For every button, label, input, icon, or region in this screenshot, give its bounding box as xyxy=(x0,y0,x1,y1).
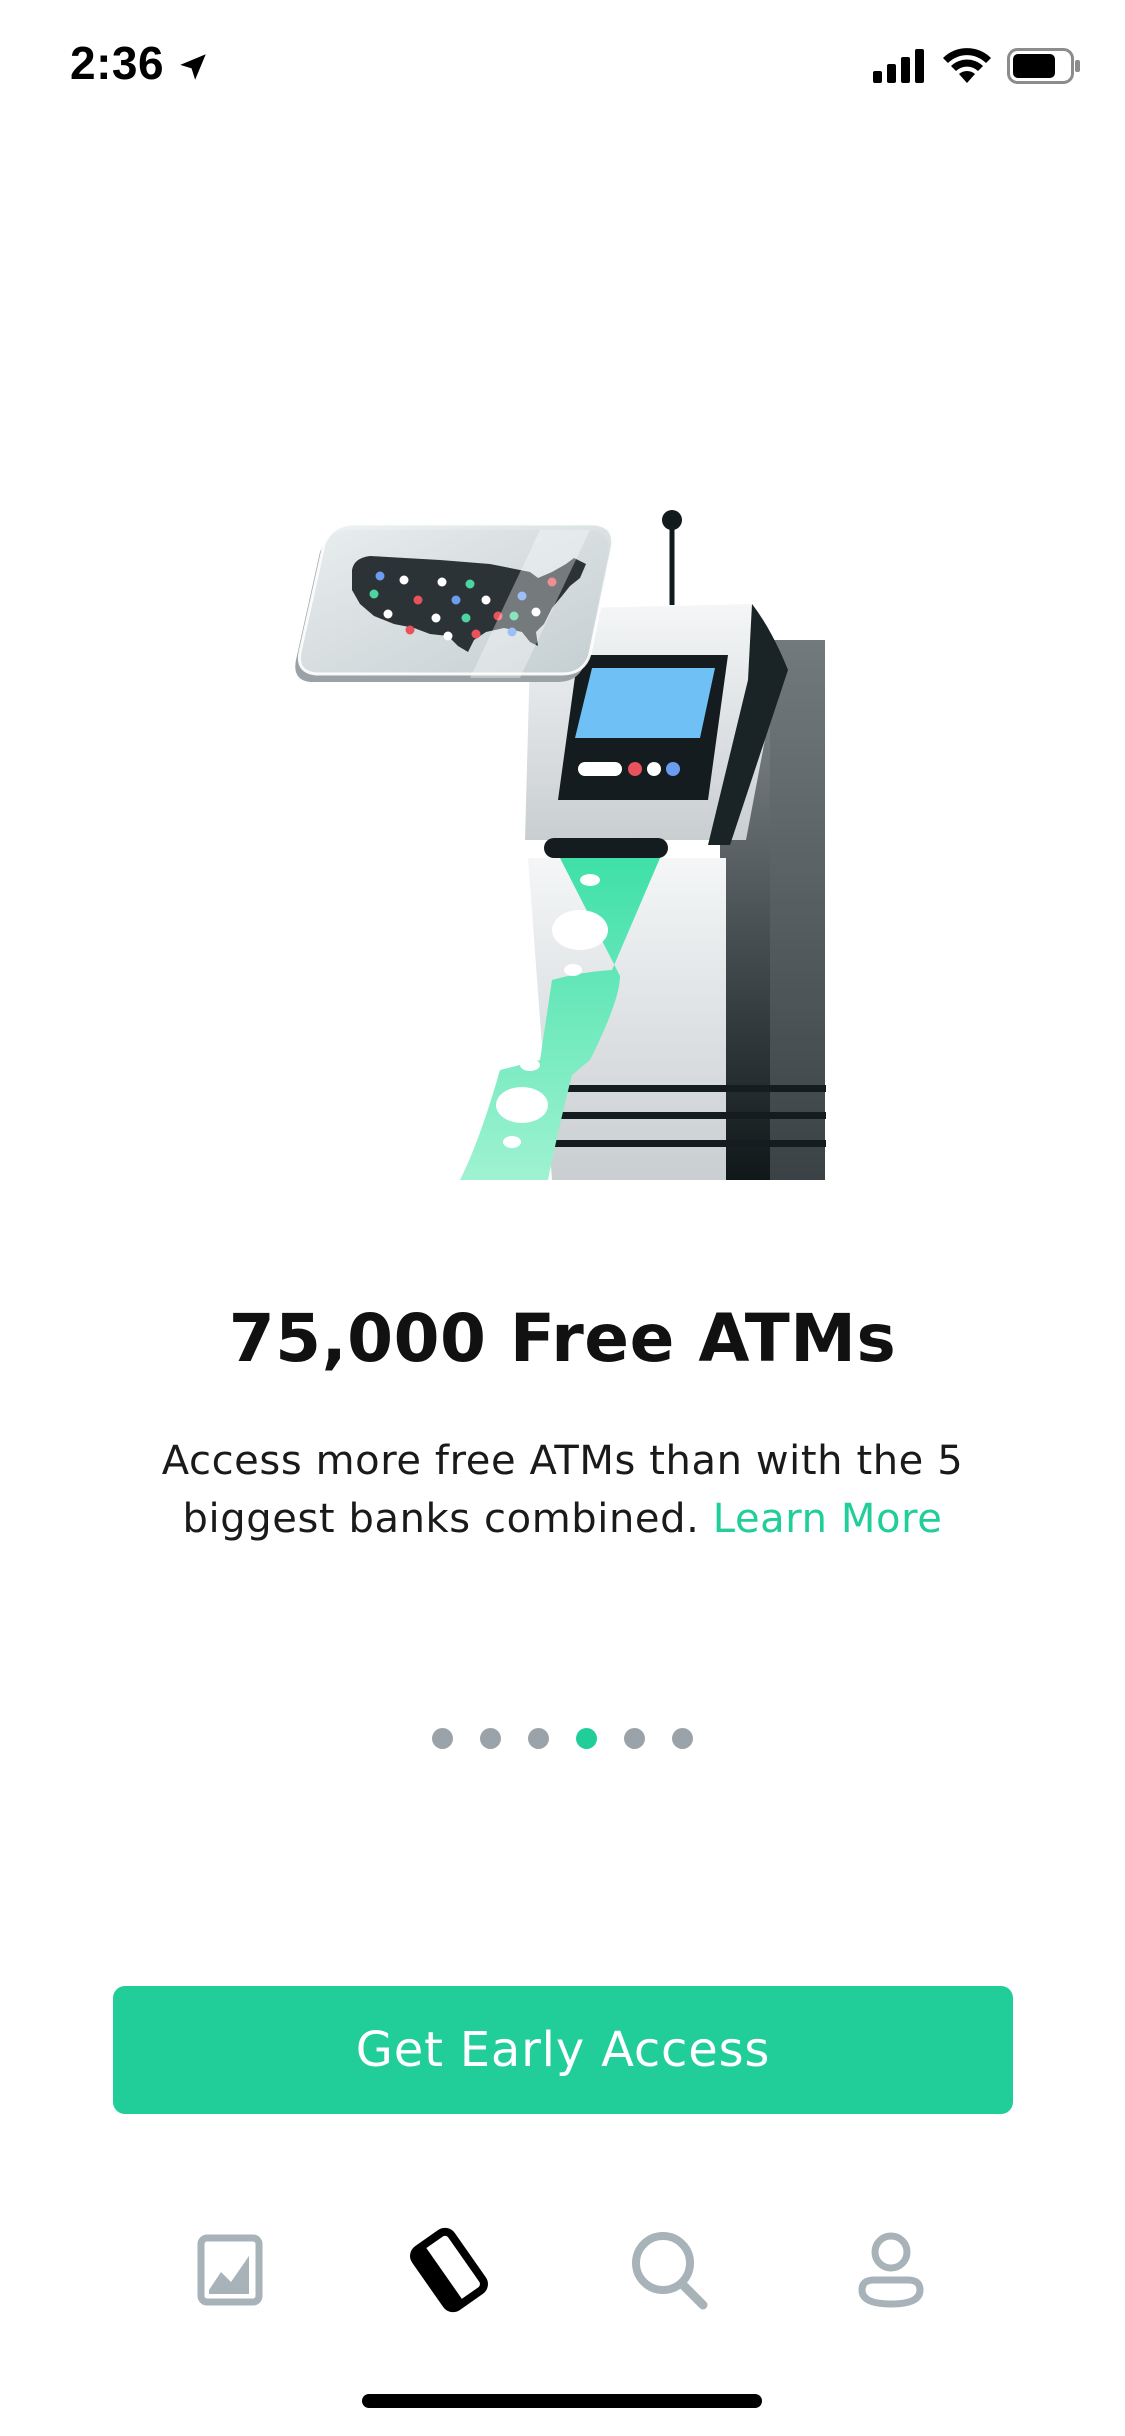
portfolio-chart-icon xyxy=(197,2234,263,2306)
account-icon xyxy=(858,2232,924,2308)
page-indicator xyxy=(0,1728,1125,1749)
location-arrow-icon xyxy=(180,54,206,80)
cellular-signal-icon xyxy=(873,49,924,83)
status-time: 2:36 xyxy=(70,37,165,89)
tab-search[interactable] xyxy=(614,2215,724,2325)
status-bar: 2:36 xyxy=(0,0,1125,140)
atm-with-us-map-icon xyxy=(295,510,826,1180)
page-dot-5[interactable] xyxy=(624,1728,645,1749)
page-title: 75,000 Free ATMs xyxy=(228,1300,897,1377)
tab-account[interactable] xyxy=(836,2215,946,2325)
tab-bar xyxy=(0,2215,1125,2325)
page-dot-4-active[interactable] xyxy=(576,1728,597,1749)
learn-more-link[interactable]: Learn More xyxy=(713,1496,943,1542)
tab-cash-card[interactable] xyxy=(394,2215,504,2325)
tab-portfolio[interactable] xyxy=(175,2215,285,2325)
page-dot-1[interactable] xyxy=(432,1728,453,1749)
card-icon xyxy=(410,2227,488,2313)
search-icon xyxy=(632,2232,708,2310)
page-dot-6[interactable] xyxy=(672,1728,693,1749)
get-early-access-button[interactable]: Get Early Access xyxy=(113,1986,1013,2114)
page-dot-3[interactable] xyxy=(528,1728,549,1749)
battery-icon xyxy=(1007,48,1080,84)
status-icons xyxy=(873,48,1081,84)
home-indicator xyxy=(362,2394,762,2408)
description: Access more free ATMs than with the 5 bi… xyxy=(80,1432,1045,1548)
page-dot-2[interactable] xyxy=(480,1728,501,1749)
wifi-icon xyxy=(943,48,991,83)
